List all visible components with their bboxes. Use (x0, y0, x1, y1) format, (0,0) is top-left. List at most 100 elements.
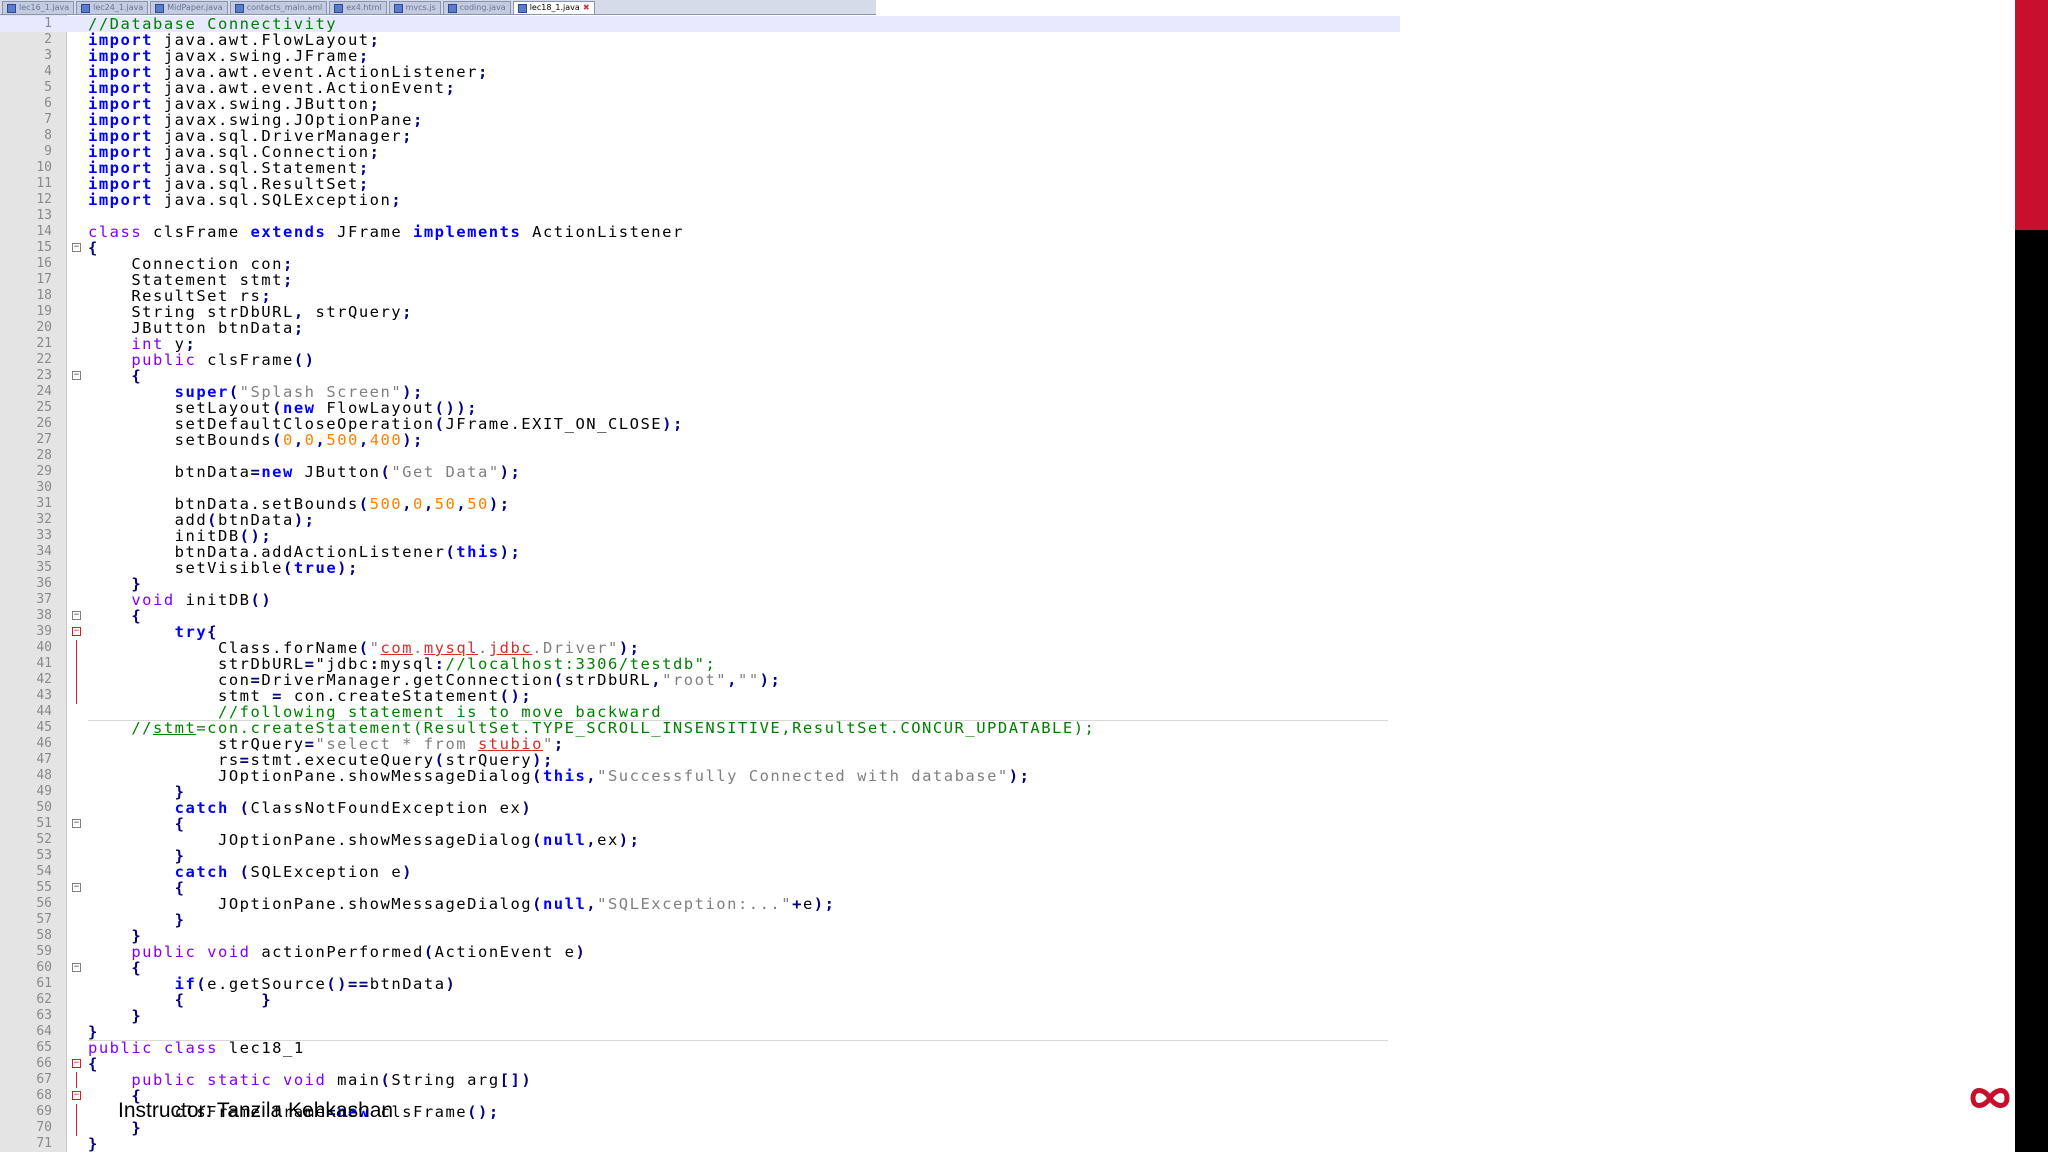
code-line[interactable]: 51 − { (0, 816, 1400, 832)
code-line[interactable]: 58 } (0, 928, 1400, 944)
code-line[interactable]: 63 } (0, 1008, 1400, 1024)
code-line[interactable]: 61 if(e.getSource()==btnData) (0, 976, 1400, 992)
code-text: catch (SQLException e) (174, 863, 414, 881)
fold-toggle-icon[interactable]: − (72, 883, 81, 892)
code-line[interactable]: 53 } (0, 848, 1400, 864)
fold-toggle-icon[interactable]: − (72, 819, 81, 828)
code-line[interactable]: 3 import javax.swing.JFrame; (0, 48, 1400, 64)
code-line[interactable]: 15 −{ (0, 240, 1400, 256)
code-line[interactable]: 36 } (0, 576, 1400, 592)
fold-toggle-icon[interactable]: − (72, 371, 81, 380)
code-text: int y; (131, 335, 197, 353)
code-line[interactable]: 52 JOptionPane.showMessageDialog(null,ex… (0, 832, 1400, 848)
tab-file-5[interactable]: mvcs.js (388, 1, 441, 14)
code-line[interactable]: 43 stmt = con.createStatement(); (0, 688, 1400, 704)
fold-toggle-icon[interactable]: − (72, 243, 81, 252)
fold-guide-line (76, 640, 77, 656)
code-line[interactable]: 41 strDbURL="jdbc:mysql://localhost:3306… (0, 656, 1400, 672)
tab-close-icon[interactable]: ✖ (583, 2, 590, 14)
fold-toggle-icon[interactable]: − (72, 627, 81, 636)
code-line[interactable]: 26 setDefaultCloseOperation(JFrame.EXIT_… (0, 416, 1400, 432)
tab-label: contacts_main.aml (246, 3, 323, 12)
code-line[interactable]: 22 public clsFrame() (0, 352, 1400, 368)
code-line[interactable]: 27 setBounds(0,0,500,400); (0, 432, 1400, 448)
code-line[interactable]: 13 (0, 208, 1400, 224)
code-line[interactable]: 65 public class lec18_1 (0, 1040, 1400, 1056)
code-line[interactable]: 20 JButton btnData; (0, 320, 1400, 336)
code-line[interactable]: 21 int y; (0, 336, 1400, 352)
code-line[interactable]: 32 add(btnData); (0, 512, 1400, 528)
code-line[interactable]: 35 setVisible(true); (0, 560, 1400, 576)
code-line[interactable]: 55 − { (0, 880, 1400, 896)
fold-toggle-icon[interactable]: − (72, 1059, 81, 1068)
fold-toggle-icon[interactable]: − (72, 1091, 81, 1100)
code-line[interactable]: 45 //stmt=con.createStatement(ResultSet.… (0, 720, 1400, 736)
code-line[interactable]: 10 import java.sql.Statement; (0, 160, 1400, 176)
code-line[interactable]: 37 void initDB() (0, 592, 1400, 608)
code-line[interactable]: 50 catch (ClassNotFoundException ex) (0, 800, 1400, 816)
file-tab-icon (155, 3, 165, 13)
code-line[interactable]: 12 import java.sql.SQLException; (0, 192, 1400, 208)
code-line[interactable]: 62 { } (0, 992, 1400, 1008)
code-line[interactable]: 46 strQuery="select * from stubio"; (0, 736, 1400, 752)
code-line[interactable]: 31 btnData.setBounds(500,0,50,50); (0, 496, 1400, 512)
tab-file-0[interactable]: lec16_1.java (2, 1, 75, 14)
code-line[interactable]: 11 import java.sql.ResultSet; (0, 176, 1400, 192)
tab-file-6[interactable]: coding.java (442, 1, 511, 14)
line-number: 35 (36, 560, 52, 575)
tab-file-4[interactable]: ex4.html (329, 1, 387, 14)
tab-file-3[interactable]: contacts_main.aml (229, 1, 328, 14)
code-line[interactable]: 34 btnData.addActionListener(this); (0, 544, 1400, 560)
code-line[interactable]: 67 public static void main(String arg[]) (0, 1072, 1400, 1088)
code-line[interactable]: 1 //Database Connectivity (0, 16, 1400, 32)
code-line[interactable]: 28 (0, 448, 1400, 464)
code-line[interactable]: 24 super("Splash Screen"); (0, 384, 1400, 400)
line-number: 39 (36, 624, 52, 639)
fold-toggle-icon[interactable]: − (72, 963, 81, 972)
code-line[interactable]: 38 − { (0, 608, 1400, 624)
tab-file-2[interactable]: MidPaper.java (150, 1, 228, 14)
code-line[interactable]: 66 −{ (0, 1056, 1400, 1072)
code-line[interactable]: 60 − { (0, 960, 1400, 976)
code-line[interactable]: 59 public void actionPerformed(ActionEve… (0, 944, 1400, 960)
code-line[interactable]: 54 catch (SQLException e) (0, 864, 1400, 880)
code-line[interactable]: 47 rs=stmt.executeQuery(strQuery); (0, 752, 1400, 768)
code-line[interactable]: 30 (0, 480, 1400, 496)
code-line[interactable]: 18 ResultSet rs; (0, 288, 1400, 304)
code-line[interactable]: 57 } (0, 912, 1400, 928)
tab-file-1[interactable]: lec24_1.java (76, 1, 149, 14)
code-line[interactable]: 48 JOptionPane.showMessageDialog(this,"S… (0, 768, 1400, 784)
code-editor[interactable]: 1 //Database Connectivity 2 import java.awt… (0, 15, 1400, 1152)
code-line[interactable]: 14 class clsFrame extends JFrame implemen… (0, 224, 1400, 240)
code-line[interactable]: 33 initDB(); (0, 528, 1400, 544)
code-area[interactable]: 1 //Database Connectivity 2 import java.awt… (0, 15, 1400, 1152)
code-line[interactable]: 5 import java.awt.event.ActionEvent; (0, 80, 1400, 96)
fold-toggle-icon[interactable]: − (72, 611, 81, 620)
tab-file-7[interactable]: lec18_1.java ✖ (512, 1, 595, 14)
code-line[interactable]: 56 JOptionPane.showMessageDialog(null,"S… (0, 896, 1400, 912)
code-line[interactable]: 42 con=DriverManager.getConnection(strDb… (0, 672, 1400, 688)
code-line[interactable]: 64} (0, 1024, 1400, 1040)
slide-accent-bar (2015, 0, 2048, 230)
code-line[interactable]: 7 import javax.swing.JOptionPane; (0, 112, 1400, 128)
code-line[interactable]: 49 } (0, 784, 1400, 800)
code-line[interactable]: 44 //following statement is to move back… (0, 704, 1400, 720)
code-line[interactable]: 23 − { (0, 368, 1400, 384)
code-line[interactable]: 25 setLayout(new FlowLayout()); (0, 400, 1400, 416)
code-line[interactable]: 6 import javax.swing.JButton; (0, 96, 1400, 112)
code-line[interactable]: 2 import java.awt.FlowLayout; (0, 32, 1400, 48)
code-text: } (174, 911, 186, 929)
code-line[interactable]: 39 − try{ (0, 624, 1400, 640)
code-line[interactable]: 71} (0, 1136, 1400, 1152)
code-line[interactable]: 19 String strDbURL, strQuery; (0, 304, 1400, 320)
code-text: stmt = con.createStatement(); (88, 687, 533, 705)
code-line[interactable]: 8 import java.sql.DriverManager; (0, 128, 1400, 144)
code-line[interactable]: 4 import java.awt.event.ActionListener; (0, 64, 1400, 80)
code-line[interactable]: 16 Connection con; (0, 256, 1400, 272)
code-line[interactable]: 9 import java.sql.Connection; (0, 144, 1400, 160)
code-text: class clsFrame extends JFrame implements… (88, 223, 684, 241)
code-line[interactable]: 40 Class.forName("com.mysql.jdbc.Driver"… (0, 640, 1400, 656)
code-line[interactable]: 29 btnData=new JButton("Get Data"); (0, 464, 1400, 480)
code-text: import javax.swing.JFrame; (88, 47, 370, 65)
code-line[interactable]: 17 Statement stmt; (0, 272, 1400, 288)
